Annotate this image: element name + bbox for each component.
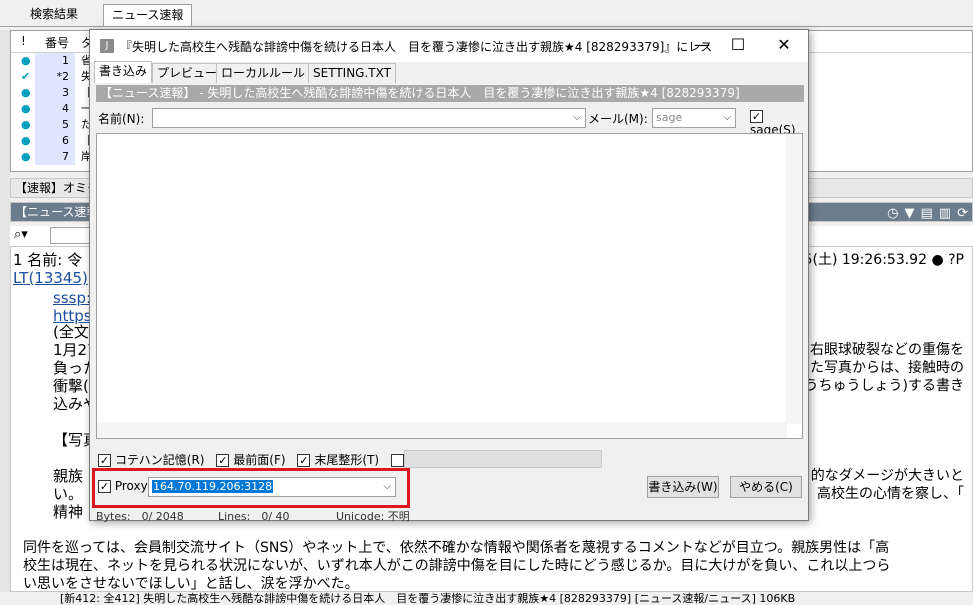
mail-label: メール(M):	[588, 112, 648, 126]
close-icon[interactable]: ✕	[766, 34, 802, 58]
vertical-scrollbar[interactable]	[786, 134, 802, 424]
post-line-fragment: 右眼球破裂などの重傷を	[810, 342, 964, 358]
dialog-title: 『失明した高校生へ残酷な誹謗中傷を続ける日本人 目を覆う凄惨に泣き出す親族★4 …	[120, 40, 713, 54]
post-line: 校生は現在、ネットを見られる状況にないが、いずれ本人がこの誹謗中傷を目にした時に…	[23, 558, 891, 574]
row-number: 3	[62, 86, 69, 99]
option-kotehan[interactable]: ✓ コテハン記憶(R)	[98, 453, 208, 467]
post-line: 精神	[53, 503, 84, 521]
options-row: ✓コテハン記憶(R) ✓最前面(F) ✓末尾整形(T) BE	[98, 451, 436, 469]
tab-write[interactable]: 書き込み	[94, 61, 153, 83]
app-icon: J	[100, 39, 114, 53]
maximize-icon[interactable]: ☐	[720, 34, 756, 58]
chevron-down-icon[interactable]: ⌵	[573, 109, 581, 127]
row-mark: ●	[21, 102, 31, 115]
row-mark: ●	[21, 54, 31, 67]
post-line: 親族	[53, 467, 84, 485]
highlight-box	[92, 468, 410, 508]
post-line-fragment: 的なダメージが大きいと	[810, 468, 964, 484]
minimize-icon[interactable]: —	[684, 34, 720, 58]
name-mail-row: 名前(N): ⌵ メール(M): sage ⌵ ✓ sage(S)	[98, 108, 808, 137]
horizontal-scrollbar[interactable]	[97, 422, 787, 438]
main-tab-bar: 検索結果 ニュース速報	[0, 0, 973, 27]
thread-banner: 【ニュース速報】 - 失明した高校生へ残酷な誹謗中傷を続ける日本人 目を覆う凄惨…	[96, 85, 804, 102]
row-mark: ●	[21, 118, 31, 131]
row-mark: ●	[21, 134, 31, 147]
row-mark: ●	[21, 150, 31, 163]
export-icon[interactable]: ▥	[939, 205, 951, 223]
mail-value: sage	[656, 111, 683, 124]
row-mark: ✔	[21, 70, 31, 83]
document-icon[interactable]: ▤	[921, 205, 933, 223]
name-combo[interactable]: ⌵	[152, 108, 586, 128]
unicode-status: Unicode: 不明	[336, 510, 410, 523]
write-button[interactable]: 書き込み(W)	[647, 476, 719, 498]
message-textarea[interactable]	[96, 133, 803, 439]
reply-dialog: J 『失明した高校生へ残酷な誹謗中傷を続ける日本人 目を覆う凄惨に泣き出す親族★…	[89, 29, 809, 523]
left-panel-strip	[0, 30, 10, 592]
row-number: 1	[62, 54, 69, 67]
clock-icon[interactable]: ◷	[887, 205, 898, 223]
post-line: い。	[53, 485, 84, 503]
post-line-fragment: 高校生の心情を察し、「	[817, 486, 964, 502]
option-topmost[interactable]: ✓ 最前面(F)	[216, 453, 289, 467]
chevron-down-icon[interactable]: ⌵	[723, 109, 731, 127]
post-line: い思いをさせないでほしい」と話し、涙を浮かべた。	[23, 576, 359, 592]
name-label: 名前(N):	[98, 112, 145, 126]
status-bar: [新412: 全412] 失明した高校生へ残酷な誹謗中傷を続ける日本人 目を覆う…	[0, 592, 973, 605]
post-line-fragment: た写真からは、接触時の	[810, 360, 964, 376]
tab-preview[interactable]: プレビュー	[152, 63, 223, 83]
dialog-titlebar: J 『失明した高校生へ残酷な誹謗中傷を続ける日本人 目を覆う凄惨に泣き出す親族★…	[90, 30, 808, 62]
mail-combo[interactable]: sage ⌵	[652, 108, 736, 128]
row-number: 5	[62, 118, 69, 131]
counter-line: Bytes: 0/ 2048 Lines: 0/ 40 Unicode: 不明	[96, 508, 804, 523]
bytes-counter: Bytes: 0/ 2048	[96, 510, 184, 523]
post-line[interactable]: LT(13345)	[13, 269, 88, 287]
dialog-tabs: 書き込み プレビュー ローカルルール SETTING.TXT	[92, 61, 808, 83]
row-number: 6	[62, 134, 69, 147]
tab-setting-txt[interactable]: SETTING.TXT	[308, 63, 396, 83]
row-mark: ●	[21, 86, 31, 99]
post-line: 1 名前: 令	[13, 251, 83, 269]
refresh-icon[interactable]: ⟳	[957, 205, 968, 223]
col-number[interactable]: 番号	[45, 34, 69, 51]
tab-news-flash[interactable]: ニュース速報	[103, 4, 193, 26]
col-mark[interactable]: !	[21, 34, 26, 48]
cancel-button[interactable]: やめる(C)	[730, 476, 802, 498]
post-line: 衝撃(	[53, 377, 89, 395]
be-combo[interactable]	[404, 450, 602, 468]
row-number: *2	[56, 70, 70, 83]
post-line-fragment: 05(土) 19:26:53.92 ● ?P	[794, 252, 964, 268]
filter-icon[interactable]: ▼	[905, 205, 915, 223]
post-line: (全文	[53, 323, 89, 341]
search-icon[interactable]: ⌕▾	[14, 227, 28, 242]
row-number: 4	[62, 102, 69, 115]
option-trim[interactable]: ✓ 末尾整形(T)	[297, 453, 383, 467]
post-line: 同件を巡っては、会員制交流サイト（SNS）やネット上で、依然不確かな情報や関係者…	[23, 540, 890, 556]
row-number: 7	[62, 150, 69, 163]
lines-counter: Lines: 0/ 40	[218, 510, 290, 523]
tab-search-results[interactable]: 検索結果	[22, 4, 86, 26]
tab-local-rule[interactable]: ローカルルール	[216, 63, 311, 83]
post-line-fragment: ぼうちゅうしょう)する書き	[790, 378, 964, 394]
